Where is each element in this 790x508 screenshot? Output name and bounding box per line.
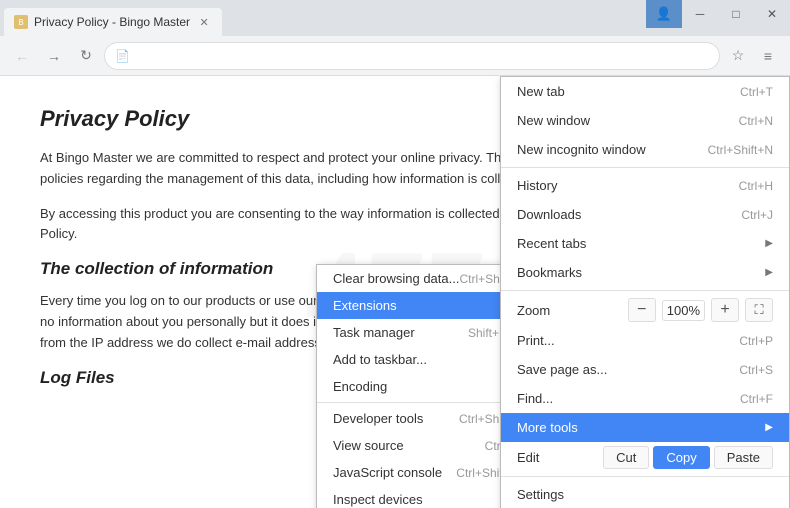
copy-button[interactable]: Copy — [653, 446, 709, 469]
menu-item-label: New tab — [517, 84, 565, 99]
menu-item-settings[interactable]: Settings — [501, 480, 789, 508]
menu-item-downloads[interactable]: Downloads Ctrl+J — [501, 200, 789, 229]
browser-frame: B Privacy Policy - Bingo Master ✕ 👤 ─ □ … — [0, 0, 790, 508]
zoom-fullscreen-button[interactable]: ⛶ — [745, 298, 773, 322]
submenu-item-label: Inspect devices — [333, 492, 423, 507]
menu-item-new-window[interactable]: New window Ctrl+N — [501, 106, 789, 135]
menu-shortcut: Ctrl+S — [739, 363, 773, 377]
submenu-item-label: Clear browsing data... — [333, 271, 459, 286]
menu-item-label: History — [517, 178, 557, 193]
submenu-item-label: Add to taskbar... — [333, 352, 427, 367]
cut-button[interactable]: Cut — [603, 446, 649, 469]
menu-divider — [501, 290, 789, 291]
menu-item-label: Save page as... — [517, 362, 607, 377]
submenu-item-label: Encoding — [333, 379, 387, 394]
menu-shortcut: Ctrl+F — [740, 392, 773, 406]
nav-right-buttons: ☆ ≡ — [724, 42, 782, 70]
menu-item-label: More tools — [517, 420, 578, 435]
back-button[interactable]: ← — [8, 42, 36, 70]
zoom-control-row: Zoom − 100% + ⛶ — [501, 294, 789, 326]
menu-item-recent-tabs[interactable]: Recent tabs ▶ — [501, 229, 789, 258]
menu-item-print[interactable]: Print... Ctrl+P — [501, 326, 789, 355]
zoom-decrease-button[interactable]: − — [628, 298, 656, 322]
menu-item-label: Downloads — [517, 207, 581, 222]
zoom-label: Zoom — [517, 303, 622, 318]
menu-item-new-tab[interactable]: New tab Ctrl+T — [501, 77, 789, 106]
menu-shortcut: Ctrl+P — [739, 334, 773, 348]
menu-item-history[interactable]: History Ctrl+H — [501, 171, 789, 200]
content-area: 477 Privacy Policy At Bingo Master we ar… — [0, 76, 790, 508]
nav-bar: ← → ↻ 📄 ☆ ≡ — [0, 36, 790, 76]
edit-label: Edit — [517, 450, 599, 465]
minimize-button[interactable]: ─ — [682, 0, 718, 28]
menu-shortcut: Ctrl+Shift+N — [708, 143, 773, 157]
edit-row: Edit Cut Copy Paste — [501, 442, 789, 473]
menu-item-label: New window — [517, 113, 590, 128]
submenu-item-label: JavaScript console — [333, 465, 442, 480]
menu-item-label: Settings — [517, 487, 564, 502]
menu-item-find[interactable]: Find... Ctrl+F — [501, 384, 789, 413]
forward-button[interactable]: → — [40, 42, 68, 70]
bookmark-button[interactable]: ☆ — [724, 42, 752, 70]
maximize-button[interactable]: □ — [718, 0, 754, 28]
menu-item-label: New incognito window — [517, 142, 646, 157]
menu-item-new-incognito[interactable]: New incognito window Ctrl+Shift+N — [501, 135, 789, 164]
close-button[interactable]: ✕ — [754, 0, 790, 28]
tab-label: Privacy Policy - Bingo Master — [34, 15, 190, 29]
refresh-button[interactable]: ↻ — [72, 42, 100, 70]
title-bar-controls: 👤 ─ □ ✕ — [646, 0, 790, 28]
menu-shortcut: Ctrl+N — [739, 114, 773, 128]
menu-item-label: Print... — [517, 333, 555, 348]
menu-shortcut: Ctrl+H — [739, 179, 773, 193]
submenu-item-label: Extensions — [333, 298, 397, 313]
arrow-icon: ▶ — [765, 267, 773, 278]
browser-tab[interactable]: B Privacy Policy - Bingo Master ✕ — [4, 8, 222, 36]
menu-item-label: Bookmarks — [517, 265, 582, 280]
menu-shortcut: Ctrl+T — [740, 85, 773, 99]
title-bar: B Privacy Policy - Bingo Master ✕ 👤 ─ □ … — [0, 0, 790, 36]
menu-item-label: Find... — [517, 391, 553, 406]
arrow-icon: ▶ — [765, 422, 773, 433]
user-icon-button[interactable]: 👤 — [646, 0, 682, 28]
zoom-increase-button[interactable]: + — [711, 298, 739, 322]
arrow-icon: ▶ — [765, 238, 773, 249]
menu-divider — [501, 476, 789, 477]
menu-item-save-page[interactable]: Save page as... Ctrl+S — [501, 355, 789, 384]
paste-button[interactable]: Paste — [714, 446, 773, 469]
tab-favicon: B — [14, 15, 28, 29]
menu-item-bookmarks[interactable]: Bookmarks ▶ — [501, 258, 789, 287]
menu-divider — [501, 167, 789, 168]
submenu-item-label: Task manager — [333, 325, 415, 340]
address-page-icon: 📄 — [115, 49, 130, 63]
submenu-item-label: Developer tools — [333, 411, 423, 426]
address-bar[interactable]: 📄 — [104, 42, 720, 70]
menu-shortcut: Ctrl+J — [741, 208, 773, 222]
chrome-menu-button[interactable]: ≡ — [754, 42, 782, 70]
chrome-main-menu: New tab Ctrl+T New window Ctrl+N New inc… — [500, 76, 790, 508]
menu-item-label: Recent tabs — [517, 236, 586, 251]
zoom-value: 100% — [662, 300, 705, 321]
submenu-item-label: View source — [333, 438, 404, 453]
menu-item-more-tools[interactable]: More tools ▶ — [501, 413, 789, 442]
tab-close-button[interactable]: ✕ — [196, 14, 212, 30]
